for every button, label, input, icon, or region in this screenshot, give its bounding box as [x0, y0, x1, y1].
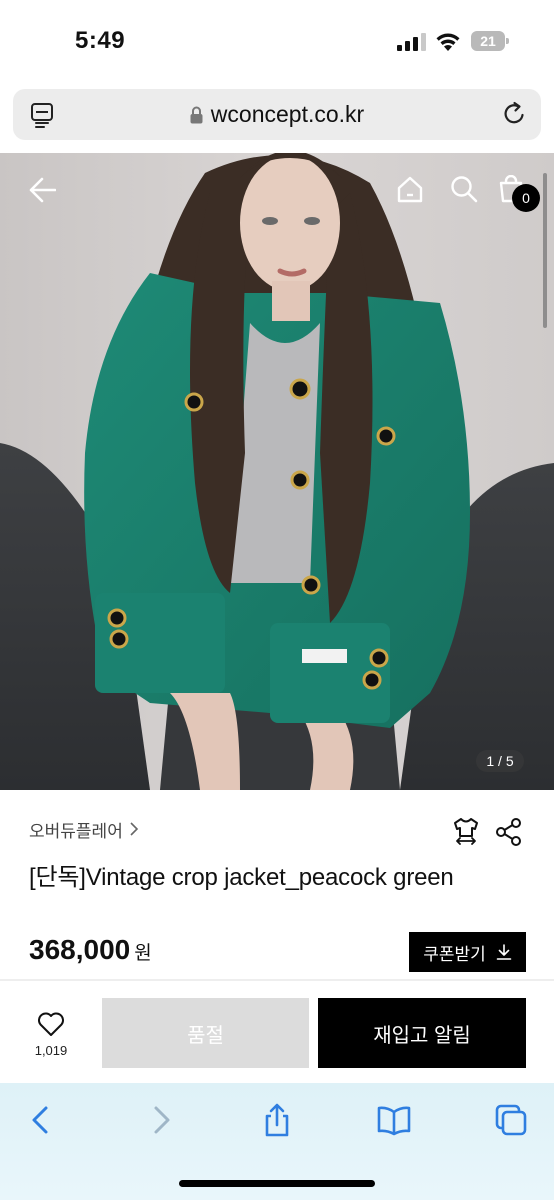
soldout-button[interactable]: 품절 [102, 998, 309, 1068]
search-icon[interactable] [450, 175, 478, 203]
battery-icon: 21 [471, 31, 509, 51]
tabs-icon[interactable] [494, 1103, 528, 1137]
share-sheet-icon[interactable] [260, 1103, 294, 1137]
download-icon [496, 944, 512, 960]
purchase-action-bar: 1,019 품절 재입고 알림 [0, 981, 554, 1083]
brand-name[interactable]: 오버듀플레어 [29, 817, 123, 842]
cart-count-badge: 0 [512, 184, 540, 212]
forward-icon[interactable] [144, 1103, 178, 1137]
like-button[interactable]: 1,019 [20, 1011, 82, 1058]
status-bar: 5:49 21 [0, 0, 554, 82]
share-icon[interactable] [496, 818, 522, 846]
coupon-download-button[interactable]: 쿠폰받기 [409, 932, 526, 972]
heart-icon[interactable] [37, 1011, 65, 1037]
chevron-right-icon [130, 822, 138, 836]
back-icon[interactable] [24, 1103, 58, 1137]
home-icon[interactable] [396, 175, 424, 203]
battery-level: 21 [471, 31, 505, 51]
bookmarks-icon[interactable] [377, 1103, 411, 1137]
home-indicator [179, 1180, 375, 1187]
product-photo [0, 153, 554, 790]
back-arrow-icon[interactable] [28, 177, 56, 203]
status-time: 5:49 [75, 27, 126, 54]
address-bar[interactable]: wconcept.co.kr [13, 89, 541, 140]
price-unit: 원 [134, 943, 152, 964]
product-image-gallery[interactable]: 1 / 5 [0, 153, 554, 790]
size-guide-tshirt-icon[interactable] [452, 816, 480, 846]
coupon-label: 쿠폰받기 [423, 944, 486, 964]
url-text[interactable]: wconcept.co.kr [211, 101, 364, 128]
wifi-icon [436, 33, 460, 51]
signal-icon [397, 33, 426, 51]
reload-icon[interactable] [501, 101, 527, 127]
scroll-indicator [543, 173, 547, 328]
price-row: 368,000 원 [29, 934, 152, 966]
brand-link[interactable]: 오버듀플레어 [29, 817, 139, 841]
product-title: [단독]Vintage crop jacket_peacock green [29, 864, 454, 891]
price: 368,000 [29, 934, 131, 965]
lock-icon [190, 106, 203, 123]
like-count: 1,019 [34, 1043, 68, 1058]
gallery-page-counter: 1 / 5 [476, 750, 524, 772]
restock-alert-button[interactable]: 재입고 알림 [318, 998, 526, 1068]
